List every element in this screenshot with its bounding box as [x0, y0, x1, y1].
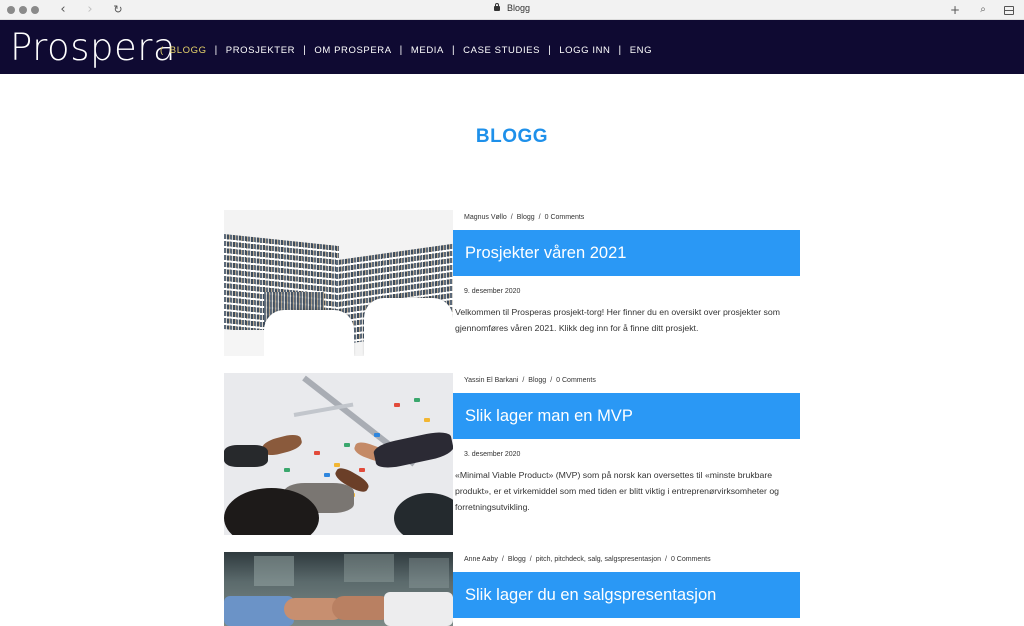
menu-item-om-prospera[interactable]: OM PROSPERA [314, 45, 391, 56]
post-author[interactable]: Magnus Vøllo [464, 214, 507, 221]
lock-icon [493, 3, 500, 11]
post-image-lego[interactable] [224, 373, 453, 535]
post-category[interactable]: Blogg [508, 556, 526, 563]
sidebar-icon[interactable] [1004, 6, 1014, 15]
browser-toolbar: ‹ › ↻ Blogg + ⌕ [0, 0, 1024, 20]
main-menu: ( BLOGG | PROSJEKTER | OM PROSPERA | MED… [160, 45, 653, 56]
post-image-handshake[interactable] [224, 552, 453, 626]
site-header: Prospera ( BLOGG | PROSJEKTER | OM PROSP… [0, 20, 1024, 74]
menu-item-logg-inn[interactable]: LOGG INN [559, 45, 610, 56]
menu-item-prosjekter[interactable]: PROSJEKTER [226, 45, 295, 56]
address-bar[interactable]: Blogg [0, 3, 1024, 13]
post-image-library[interactable] [224, 210, 453, 356]
site-logo[interactable]: Prospera [10, 26, 176, 69]
post-title[interactable]: Slik lager du en salgspresentasjon [453, 572, 800, 618]
post-meta: Anne Aaby / Blogg / pitch, pitchdeck, salg, … [464, 556, 711, 563]
post-tags[interactable]: pitch, pitchdeck, salg, salgspresentasjo… [536, 556, 661, 563]
post-title[interactable]: Prosjekter våren 2021 [453, 230, 800, 276]
post-comments[interactable]: 0 Comments [545, 214, 585, 221]
menu-item-case-studies[interactable]: CASE STUDIES [463, 45, 540, 56]
post-meta: Yassin El Barkani / Blogg/0 Comments [464, 377, 596, 384]
post-author[interactable]: Anne Aaby [464, 556, 498, 563]
post-date: 3. desember 2020 [464, 451, 521, 458]
address-text: Blogg [506, 3, 531, 13]
post-date: 9. desember 2020 [464, 288, 521, 295]
search-icon[interactable]: ⌕ [976, 2, 990, 18]
blog-post: Anne Aaby / Blogg / pitch, pitchdeck, salg, … [224, 552, 800, 626]
menu-item-eng[interactable]: ENG [630, 45, 652, 56]
post-title[interactable]: Slik lager man en MVP [453, 393, 800, 439]
new-tab-icon[interactable]: + [948, 2, 962, 18]
post-meta: Magnus Vøllo / Blogg/0 Comments [464, 214, 585, 221]
menu-item-media[interactable]: MEDIA [411, 45, 444, 56]
post-excerpt: Velkommen til Prosperas prosjekt-torg! H… [455, 307, 780, 333]
post-comments[interactable]: 0 Comments [556, 377, 596, 384]
blog-post: Magnus Vøllo / Blogg/0 Comments Prosjekter… [224, 210, 800, 356]
post-category[interactable]: Blogg [528, 377, 546, 384]
post-category[interactable]: Blogg [517, 214, 535, 221]
menu-item-blogg[interactable]: BLOGG [170, 45, 207, 56]
post-author[interactable]: Yassin El Barkani [464, 377, 518, 384]
blog-post: Yassin El Barkani / Blogg/0 Comments Slik … [224, 373, 800, 535]
page-title: BLOGG [475, 126, 549, 147]
post-comments[interactable]: 0 Comments [671, 556, 711, 563]
post-excerpt: «Minimal Viable Product» (MVP) som på no… [455, 470, 779, 512]
